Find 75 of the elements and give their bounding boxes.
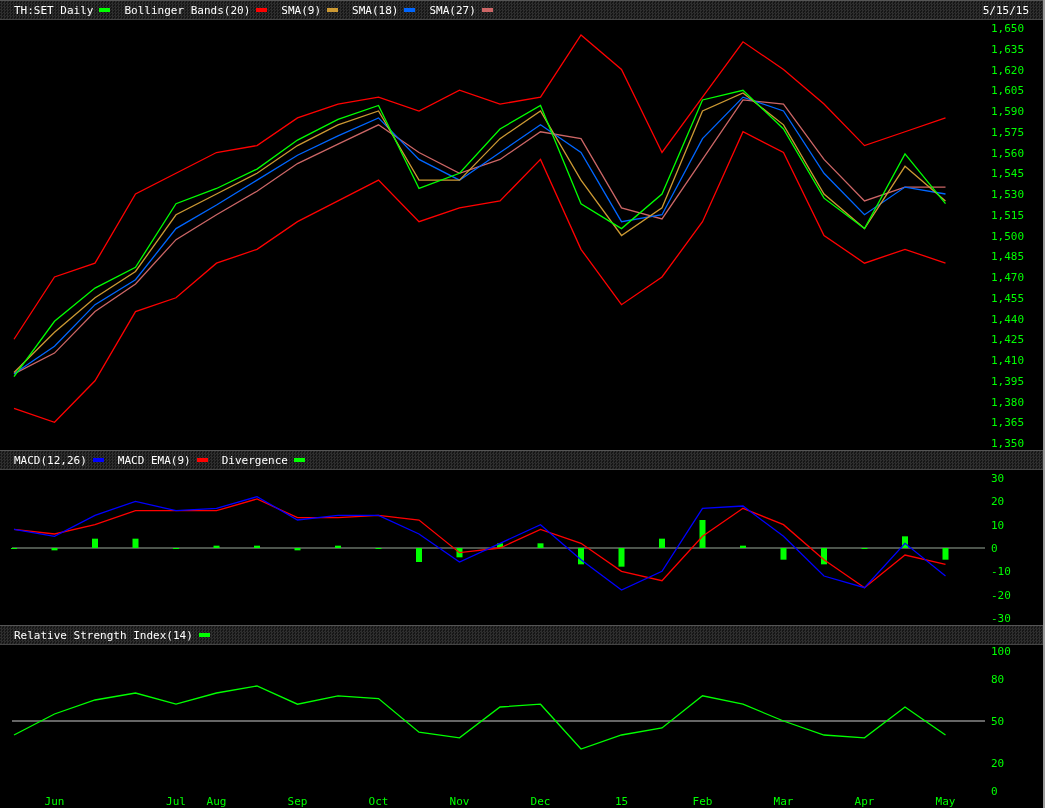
axis-label: Nov bbox=[449, 795, 470, 808]
histogram-bar bbox=[294, 548, 301, 551]
axis-label: 1,635 bbox=[991, 42, 1025, 56]
axis-label: 0 bbox=[991, 785, 998, 798]
legend-label: SMA(9) bbox=[281, 3, 322, 17]
axis-label: Mar bbox=[773, 795, 794, 808]
axis-label: 1,440 bbox=[991, 312, 1025, 326]
axis-label: 1,560 bbox=[991, 146, 1025, 160]
axis-label: 1,485 bbox=[991, 250, 1025, 264]
axis-label: 1,380 bbox=[991, 395, 1025, 409]
histogram-bar bbox=[416, 548, 422, 562]
axis-label: 80 bbox=[991, 673, 1005, 686]
histogram-bar bbox=[537, 543, 544, 548]
axis-label: 1,575 bbox=[991, 125, 1025, 139]
histogram-bar bbox=[456, 548, 463, 558]
axis-label: Oct bbox=[368, 795, 389, 808]
axis-label: -20 bbox=[991, 588, 1011, 602]
axis-label: 100 bbox=[991, 645, 1011, 658]
legend-label: SMA(27) bbox=[429, 3, 476, 17]
axis-label: 1,620 bbox=[991, 63, 1025, 77]
legend-label: Bollinger Bands(20) bbox=[124, 3, 251, 17]
axis-label: 1,530 bbox=[991, 188, 1025, 201]
axis-label: 1,605 bbox=[991, 84, 1025, 98]
axis-label: 1,350 bbox=[991, 437, 1025, 450]
legend-label: MACD(12,26) bbox=[14, 453, 87, 467]
legend-label: Divergence bbox=[221, 453, 288, 467]
histogram-bar bbox=[699, 520, 706, 548]
axis-label: Feb bbox=[692, 795, 713, 808]
histogram-bar bbox=[254, 545, 260, 548]
legend-label: MACD EMA(9) bbox=[117, 453, 191, 467]
histogram-bar bbox=[51, 548, 58, 551]
histogram-bar bbox=[659, 538, 665, 548]
histogram-bar bbox=[335, 545, 341, 548]
histogram-bar bbox=[132, 538, 139, 548]
axis-label: -30 bbox=[991, 612, 1011, 625]
axis-label: 1,395 bbox=[991, 374, 1025, 388]
histogram-bar bbox=[213, 545, 220, 548]
legend-label: SMA(18) bbox=[352, 3, 399, 17]
axis-label: May bbox=[935, 795, 956, 808]
legend-label: TH:SET Daily bbox=[14, 3, 94, 17]
axis-label: 30 bbox=[991, 472, 1005, 485]
axis-label: Apr bbox=[854, 795, 875, 808]
axis-label: 1,650 bbox=[991, 22, 1025, 35]
axis-label: 20 bbox=[991, 495, 1005, 509]
histogram-bar bbox=[578, 548, 584, 565]
axis-label: 0 bbox=[991, 542, 998, 555]
legend-label: Relative Strength Index(14) bbox=[14, 628, 193, 642]
axis-label: 20 bbox=[991, 757, 1005, 770]
histogram-bar bbox=[942, 548, 949, 560]
axis-label: 1,410 bbox=[991, 354, 1025, 367]
axis-label: 1,365 bbox=[991, 416, 1025, 430]
axis-label: 1,590 bbox=[991, 105, 1025, 118]
histogram-bar bbox=[780, 548, 787, 560]
axis-label: 1,425 bbox=[991, 333, 1025, 347]
axis-label: -10 bbox=[991, 565, 1011, 579]
histogram-bar bbox=[618, 548, 625, 567]
axis-label: Jul bbox=[166, 795, 186, 808]
axis-label: Jun bbox=[44, 795, 65, 808]
axis-label: 1,470 bbox=[991, 271, 1025, 284]
axis-label: 1,545 bbox=[991, 167, 1025, 181]
chart-date: 5/15/15 bbox=[982, 3, 1029, 17]
axis-label: Dec bbox=[530, 795, 551, 808]
axis-label: 1,455 bbox=[991, 291, 1025, 305]
axis-label: Aug bbox=[206, 795, 227, 808]
axis-label: Sep bbox=[287, 795, 308, 808]
histogram-bar bbox=[902, 536, 908, 548]
axis-label: 1,515 bbox=[991, 208, 1025, 222]
axis-label: 50 bbox=[991, 715, 1005, 728]
histogram-bar bbox=[497, 543, 503, 548]
axis-label: 15 bbox=[614, 795, 629, 808]
histogram-bar bbox=[92, 538, 98, 548]
histogram-bar bbox=[740, 545, 746, 548]
histogram-bar bbox=[821, 548, 827, 565]
axis-label: 1,500 bbox=[991, 229, 1025, 243]
axis-label: 10 bbox=[991, 518, 1005, 532]
